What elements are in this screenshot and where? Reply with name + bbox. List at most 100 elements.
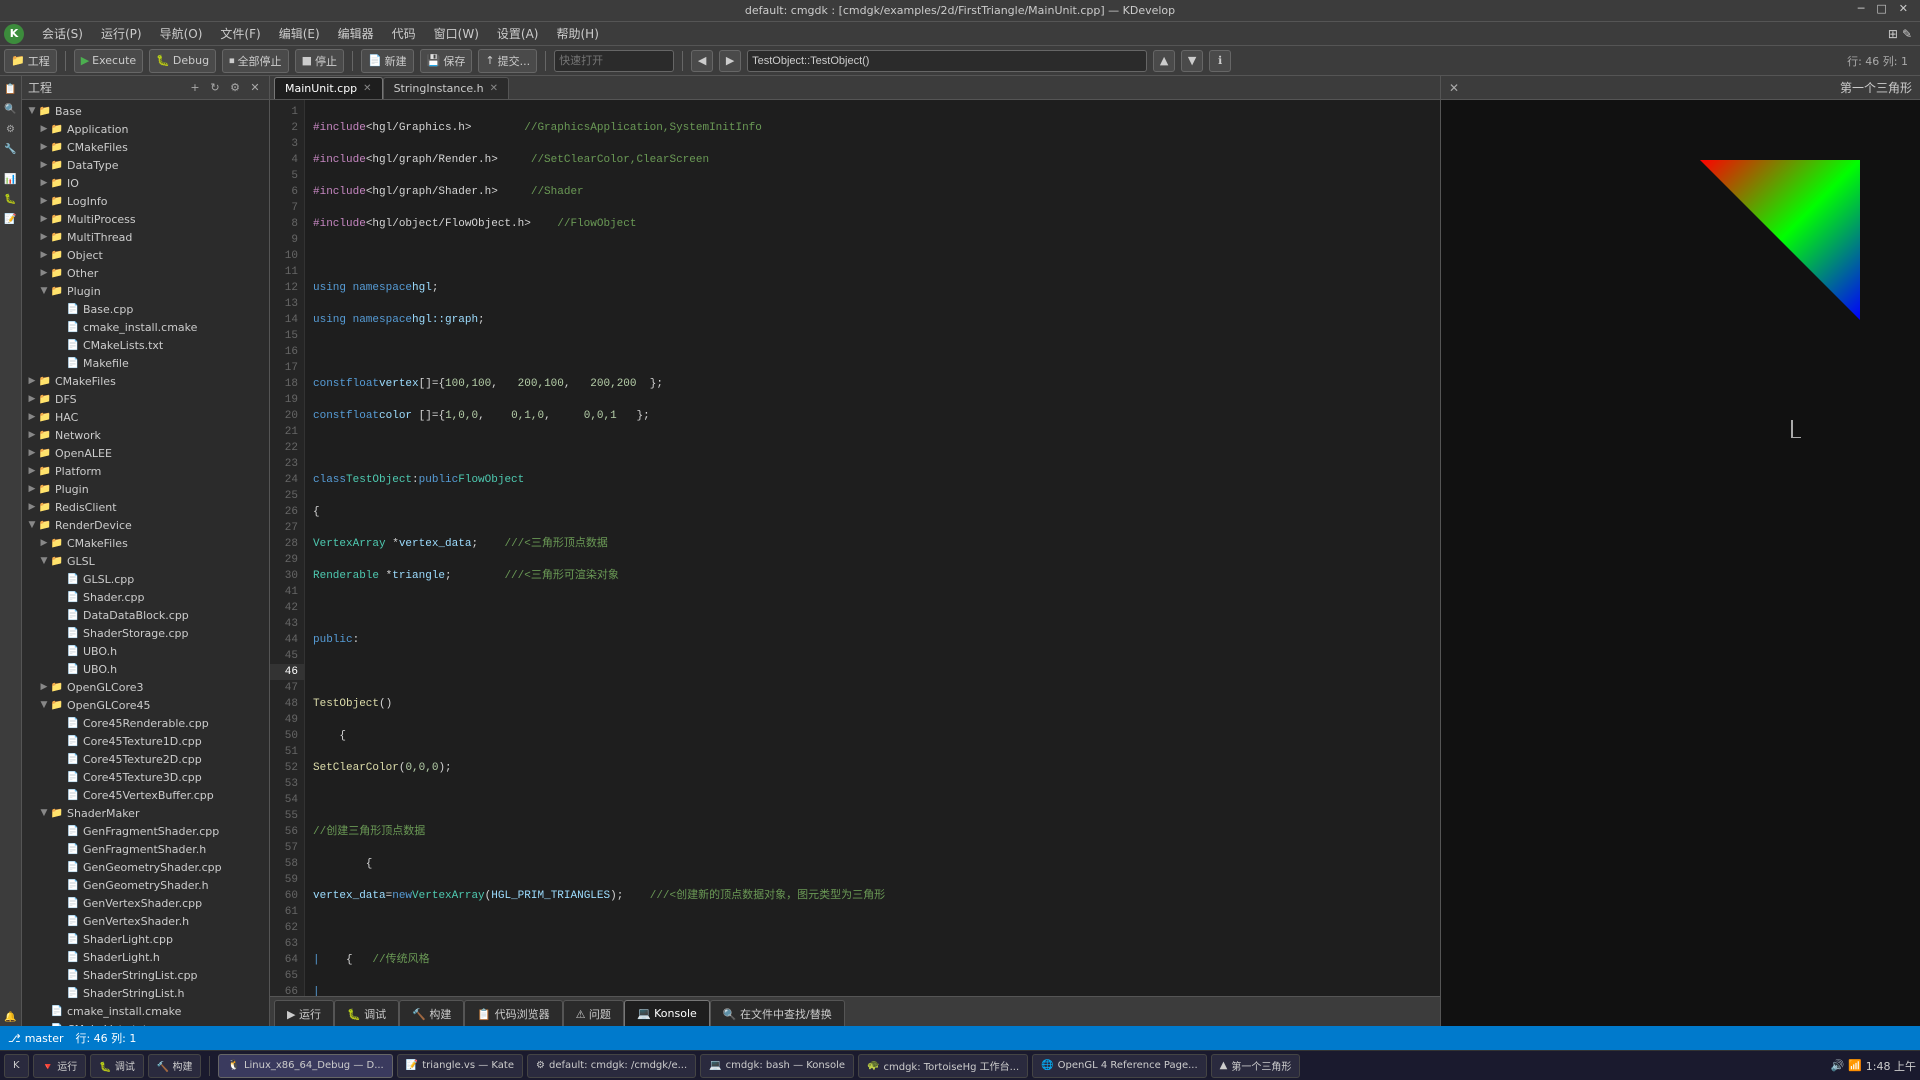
left-icon-7[interactable]: 📝	[2, 210, 20, 228]
preview-close-icon[interactable]: ✕	[1449, 81, 1459, 95]
taskbar-app-triangle[interactable]: ▲ 第一个三角形	[1211, 1054, 1301, 1078]
tree-item-loginfo[interactable]: ▶ 📁 LogInfo	[22, 192, 269, 210]
tree-item-cmakefiles3[interactable]: ▶ 📁 CMakeFiles	[22, 534, 269, 552]
project-close-icon[interactable]: ✕	[247, 80, 263, 96]
tab-mainunit[interactable]: MainUnit.cpp ✕	[274, 77, 383, 99]
commit-btn[interactable]: ↑ 提交...	[478, 49, 537, 73]
tree-file-cmake-install2[interactable]: 📄 cmake_install.cmake	[22, 1002, 269, 1020]
menu-run[interactable]: 运行(P)	[93, 23, 150, 44]
tree-item-object[interactable]: ▶ 📁 Object	[22, 246, 269, 264]
grid-icon[interactable]: ⊞	[1888, 27, 1898, 41]
bottom-tab-run[interactable]: ▶ 运行	[274, 1000, 334, 1026]
taskbar-start-btn[interactable]: K	[4, 1054, 29, 1078]
project-sync-icon[interactable]: ↻	[207, 80, 223, 96]
tree-file-genvtx-h[interactable]: 📄 GenVertexShader.h	[22, 912, 269, 930]
tree-file-genfrag-cpp[interactable]: 📄 GenFragmentShader.cpp	[22, 822, 269, 840]
taskbar-app-bash[interactable]: 💻 cmdgk: bash — Konsole	[700, 1054, 854, 1078]
project-add-icon[interactable]: +	[187, 80, 203, 96]
tree-file-base-cpp[interactable]: 📄 Base.cpp	[22, 300, 269, 318]
menu-code[interactable]: 代码	[384, 23, 424, 44]
tree-item-other[interactable]: ▶ 📁 Other	[22, 264, 269, 282]
execute-btn[interactable]: ▶ Execute	[74, 49, 143, 73]
tree-item-openglcore3[interactable]: ▶ 📁 OpenGLCore3	[22, 678, 269, 696]
tree-file-gengeo-cpp[interactable]: 📄 GenGeometryShader.cpp	[22, 858, 269, 876]
tree-file-shaderstrlist-h[interactable]: 📄 ShaderStringList.h	[22, 984, 269, 1002]
menu-navigate[interactable]: 导航(O)	[152, 23, 211, 44]
menu-help[interactable]: 帮助(H)	[548, 23, 606, 44]
bottom-tab-debug[interactable]: 🐛 调试	[334, 1000, 399, 1026]
left-icon-4[interactable]: 🔧	[2, 140, 20, 158]
tab-stringinstance[interactable]: StringInstance.h ✕	[383, 77, 509, 99]
edit2-icon[interactable]: ✎	[1902, 27, 1912, 41]
stop-all-btn[interactable]: ⏹ 全部停止	[222, 49, 289, 73]
taskbar-app-tortoise[interactable]: 🐢 cmdgk: TortoiseHg 工作台...	[858, 1054, 1028, 1078]
tree-item-openglcore45[interactable]: ▼ 📁 OpenGLCore45	[22, 696, 269, 714]
tree-file-shader-cpp[interactable]: 📄 Shader.cpp	[22, 588, 269, 606]
bottom-tab-build[interactable]: 🔨 构建	[399, 1000, 464, 1026]
maximize-btn[interactable]: □	[1872, 2, 1890, 15]
tree-file-cmakelists2[interactable]: 📄 CMakeLists.txt	[22, 1020, 269, 1026]
tree-item-datatype[interactable]: ▶ 📁 DataType	[22, 156, 269, 174]
tree-item-shadermaker[interactable]: ▼ 📁 ShaderMaker	[22, 804, 269, 822]
tree-file-core45renderable[interactable]: 📄 Core45Renderable.cpp	[22, 714, 269, 732]
nav-down-btn[interactable]: ▼	[1181, 50, 1203, 72]
taskbar-debug-btn[interactable]: 🐛 调试	[90, 1054, 144, 1078]
tree-item-platform[interactable]: ▶ 📁 Platform	[22, 462, 269, 480]
tree-item-network[interactable]: ▶ 📁 Network	[22, 426, 269, 444]
menu-editor[interactable]: 编辑器	[330, 23, 382, 44]
nav-fwd-btn[interactable]: ▶	[719, 50, 741, 72]
tab-stringinstance-close[interactable]: ✕	[490, 83, 498, 94]
code-content[interactable]: #include<hgl/Graphics.h> //GraphicsAppli…	[305, 100, 1440, 996]
taskbar-app-linux[interactable]: 🐧 Linux_x86_64_Debug — D...	[218, 1054, 392, 1078]
left-icon-8[interactable]: 🔔	[2, 1008, 20, 1026]
left-icon-2[interactable]: 🔍	[2, 100, 20, 118]
bottom-tab-code-browser[interactable]: 📋 代码浏览器	[464, 1000, 562, 1026]
tree-item-cmakefiles2[interactable]: ▶ 📁 CMakeFiles	[22, 372, 269, 390]
quick-open-input[interactable]	[554, 50, 674, 72]
minimize-btn[interactable]: ─	[1854, 2, 1869, 15]
tree-file-core45tex2d[interactable]: 📄 Core45Texture2D.cpp	[22, 750, 269, 768]
save-btn[interactable]: 💾 保存	[420, 49, 473, 73]
tree-item-cmakefiles[interactable]: ▶ 📁 CMakeFiles	[22, 138, 269, 156]
close-btn[interactable]: ✕	[1895, 2, 1912, 15]
tab-mainunit-close[interactable]: ✕	[363, 83, 371, 94]
tree-item-multithread[interactable]: ▶ 📁 MultiThread	[22, 228, 269, 246]
tree-item-glsl[interactable]: ▼ 📁 GLSL	[22, 552, 269, 570]
tree-item-openallee[interactable]: ▶ 📁 OpenALEE	[22, 444, 269, 462]
tree-file-gengeo-h[interactable]: 📄 GenGeometryShader.h	[22, 876, 269, 894]
left-icon-3[interactable]: ⚙	[2, 120, 20, 138]
taskbar-app-kate[interactable]: 📝 triangle.vs — Kate	[397, 1054, 523, 1078]
tree-file-cmake-install[interactable]: 📄 cmake_install.cmake	[22, 318, 269, 336]
project-btn[interactable]: 📁 工程	[4, 49, 57, 73]
tree-item-renderdevice[interactable]: ▼ 📁 RenderDevice	[22, 516, 269, 534]
new-btn[interactable]: 📄 新建	[361, 49, 414, 73]
debug-btn[interactable]: 🐛 Debug	[149, 49, 216, 73]
bottom-tab-find-replace[interactable]: 🔍 在文件中查找/替换	[710, 1000, 845, 1026]
tree-item-plugin2[interactable]: ▶ 📁 Plugin	[22, 480, 269, 498]
tree-file-genvtx-cpp[interactable]: 📄 GenVertexShader.cpp	[22, 894, 269, 912]
tree-file-ubo-h2[interactable]: 📄 UBO.h	[22, 660, 269, 678]
left-icon-1[interactable]: 📋	[2, 80, 20, 98]
tree-item-base[interactable]: ▼ 📁 Base	[22, 102, 269, 120]
menu-session[interactable]: 会话(S)	[34, 23, 91, 44]
tree-file-core45vtxbuf[interactable]: 📄 Core45VertexBuffer.cpp	[22, 786, 269, 804]
nav-info-btn[interactable]: ℹ	[1209, 50, 1231, 72]
tree-file-cmakelists[interactable]: 📄 CMakeLists.txt	[22, 336, 269, 354]
taskbar-build-btn[interactable]: 🔨 构建	[148, 1054, 202, 1078]
menu-settings[interactable]: 设置(A)	[489, 23, 547, 44]
tree-file-shaderstrlist-cpp[interactable]: 📄 ShaderStringList.cpp	[22, 966, 269, 984]
left-icon-6[interactable]: 🐛	[2, 190, 20, 208]
tree-file-shaderlight-cpp[interactable]: 📄 ShaderLight.cpp	[22, 930, 269, 948]
tree-item-dfs[interactable]: ▶ 📁 DFS	[22, 390, 269, 408]
menu-window[interactable]: 窗口(W)	[426, 23, 487, 44]
menu-file[interactable]: 文件(F)	[212, 23, 268, 44]
bottom-tab-konsole[interactable]: 💻 Konsole	[624, 1000, 710, 1026]
nav-up-btn[interactable]: ▲	[1153, 50, 1175, 72]
tree-item-multiprocess[interactable]: ▶ 📁 MultiProcess	[22, 210, 269, 228]
tree-file-genfrag-h[interactable]: 📄 GenFragmentShader.h	[22, 840, 269, 858]
tree-item-io[interactable]: ▶ 📁 IO	[22, 174, 269, 192]
tree-item-redisclient[interactable]: ▶ 📁 RedisClient	[22, 498, 269, 516]
tree-file-ubo-h[interactable]: 📄 UBO.h	[22, 642, 269, 660]
stop-btn[interactable]: ■ 停止	[295, 49, 344, 73]
tree-file-glsl-cpp[interactable]: 📄 GLSL.cpp	[22, 570, 269, 588]
